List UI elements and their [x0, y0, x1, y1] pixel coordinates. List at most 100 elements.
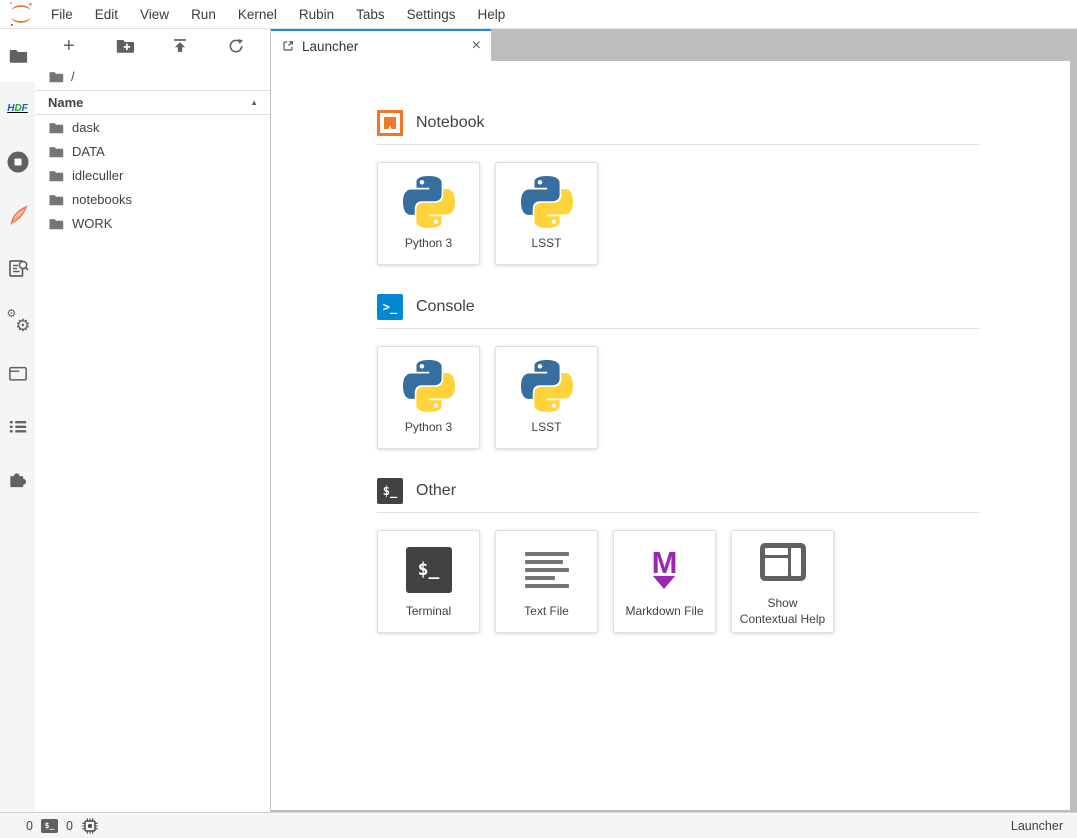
sidebar-tab-hdf5[interactable]: HDF — [0, 82, 35, 135]
sidebar-tab-extensions[interactable] — [0, 453, 35, 506]
menu-edit[interactable]: Edit — [84, 0, 129, 28]
section-title: Notebook — [416, 114, 485, 132]
console-icon: >_ — [377, 294, 403, 320]
menu-bar: File Edit View Run Kernel Rubin Tabs Set… — [0, 0, 1077, 29]
menu-kernel[interactable]: Kernel — [227, 0, 288, 28]
section-divider — [377, 512, 979, 513]
card-row: Python 3 LSST — [377, 346, 1070, 449]
sidebar-tab-table-of-contents[interactable] — [0, 400, 35, 453]
card-label: Terminal — [406, 604, 451, 620]
sidebar-tab-file-browser[interactable] — [0, 29, 35, 82]
menu-file[interactable]: File — [40, 0, 84, 28]
file-item-label: notebooks — [72, 192, 132, 207]
terminal-count: 0 — [26, 819, 33, 833]
menu-rubin[interactable]: Rubin — [288, 0, 345, 28]
breadcrumb-root[interactable]: / — [71, 69, 75, 84]
firefly-feather-icon — [7, 204, 29, 226]
terminal-icon: $_ — [406, 544, 452, 596]
launcher-card-text-file[interactable]: Text File — [495, 530, 598, 633]
launcher-section-console: >_ Console Python 3 — [377, 294, 1070, 449]
launcher-card-markdown-file[interactable]: M Markdown File — [613, 530, 716, 633]
launcher-card-notebook-lsst[interactable]: LSST — [495, 162, 598, 265]
card-label: Text File — [524, 604, 569, 620]
card-label: Markdown File — [625, 604, 703, 620]
new-folder-button[interactable] — [108, 33, 142, 59]
launcher-section-notebook: Notebook Python 3 — [377, 110, 1070, 265]
menu-settings[interactable]: Settings — [396, 0, 467, 28]
jupyter-logo-icon — [8, 1, 34, 27]
sidebar-tab-running-sessions[interactable] — [0, 135, 35, 188]
file-browser-panel: + — [35, 29, 271, 812]
launcher-card-console-lsst[interactable]: LSST — [495, 346, 598, 449]
status-bar: 0 $_ 0 Launcher — [0, 812, 1077, 838]
launcher-card-terminal[interactable]: $_ Terminal — [377, 530, 480, 633]
launcher-card-notebook-python3[interactable]: Python 3 — [377, 162, 480, 265]
card-row: Python 3 LSST — [377, 162, 1070, 265]
kernel-count: 0 — [66, 819, 73, 833]
file-item-work[interactable]: WORK — [35, 211, 270, 235]
file-browser-toolbar: + — [35, 29, 270, 62]
plus-icon: + — [63, 36, 75, 56]
section-divider — [377, 144, 979, 145]
launcher-card-console-python3[interactable]: Python 3 — [377, 346, 480, 449]
file-item-label: DATA — [72, 144, 105, 159]
puzzle-icon — [7, 470, 28, 490]
file-item-label: dask — [72, 120, 99, 135]
section-header: $_ Other — [377, 478, 1070, 504]
launcher-card-contextual-help[interactable]: Show Contextual Help — [731, 530, 834, 633]
sidebar-tab-window[interactable] — [0, 347, 35, 400]
file-item-idleculler[interactable]: idleculler — [35, 163, 270, 187]
menu-run[interactable]: Run — [180, 0, 227, 28]
card-row: $_ Terminal Text File — [377, 530, 1070, 633]
file-item-data[interactable]: DATA — [35, 139, 270, 163]
main-area: Launcher × Notebook — [271, 29, 1077, 812]
card-label: Python 3 — [405, 420, 452, 436]
text-file-icon — [525, 544, 569, 596]
terminal-status-icon: $_ — [41, 819, 58, 833]
kernel-terminal-status[interactable]: 0 $_ 0 — [26, 817, 99, 835]
menu-tabs[interactable]: Tabs — [345, 0, 396, 28]
folder-icon — [48, 121, 64, 134]
python-logo-icon — [521, 360, 573, 412]
file-item-notebooks[interactable]: notebooks — [35, 187, 270, 211]
python-logo-icon — [403, 360, 455, 412]
running-sessions-icon — [7, 151, 29, 173]
menu-help[interactable]: Help — [466, 0, 516, 28]
folder-icon — [48, 169, 64, 182]
menu-view[interactable]: View — [129, 0, 180, 28]
activity-bar: HDF — [0, 29, 35, 812]
contextual-help-icon — [760, 536, 806, 588]
list-icon — [8, 418, 28, 435]
folder-icon — [48, 145, 64, 158]
tab-bar: Launcher × — [271, 29, 1077, 61]
python-logo-icon — [403, 176, 455, 228]
tab-close-icon[interactable]: × — [472, 38, 481, 54]
notebook-icon — [377, 110, 403, 136]
file-item-dask[interactable]: dask — [35, 115, 270, 139]
folder-icon — [48, 217, 64, 230]
new-folder-icon — [115, 37, 135, 54]
home-folder-icon[interactable] — [48, 70, 64, 83]
gears-icon: ⚙ ⚙ — [7, 310, 29, 332]
breadcrumb: / — [35, 62, 270, 90]
new-launcher-button[interactable]: + — [52, 33, 86, 59]
sidebar-tab-firefly[interactable] — [0, 188, 35, 241]
upload-button[interactable] — [163, 33, 197, 59]
section-title: Console — [416, 298, 475, 316]
section-header: >_ Console — [377, 294, 1070, 320]
mode-indicator: Launcher — [1011, 819, 1063, 833]
file-list: dask DATA idleculler notebooks WORK — [35, 115, 270, 812]
jupyterlab-app: File Edit View Run Kernel Rubin Tabs Set… — [0, 0, 1077, 838]
folder-icon — [8, 47, 28, 64]
sidebar-tab-tools[interactable]: ⚙ ⚙ — [0, 294, 35, 347]
name-column-header[interactable]: Name ▲ — [35, 90, 270, 115]
section-title: Other — [416, 482, 456, 500]
refresh-button[interactable] — [219, 33, 253, 59]
markdown-icon: M — [652, 544, 678, 596]
sidebar-tab-inspector[interactable] — [0, 241, 35, 294]
tab-launcher[interactable]: Launcher × — [271, 29, 491, 61]
file-item-label: WORK — [72, 216, 112, 231]
terminal-icon: $_ — [377, 478, 403, 504]
card-label: LSST — [531, 420, 561, 436]
launcher-panel: Notebook Python 3 — [271, 61, 1070, 810]
